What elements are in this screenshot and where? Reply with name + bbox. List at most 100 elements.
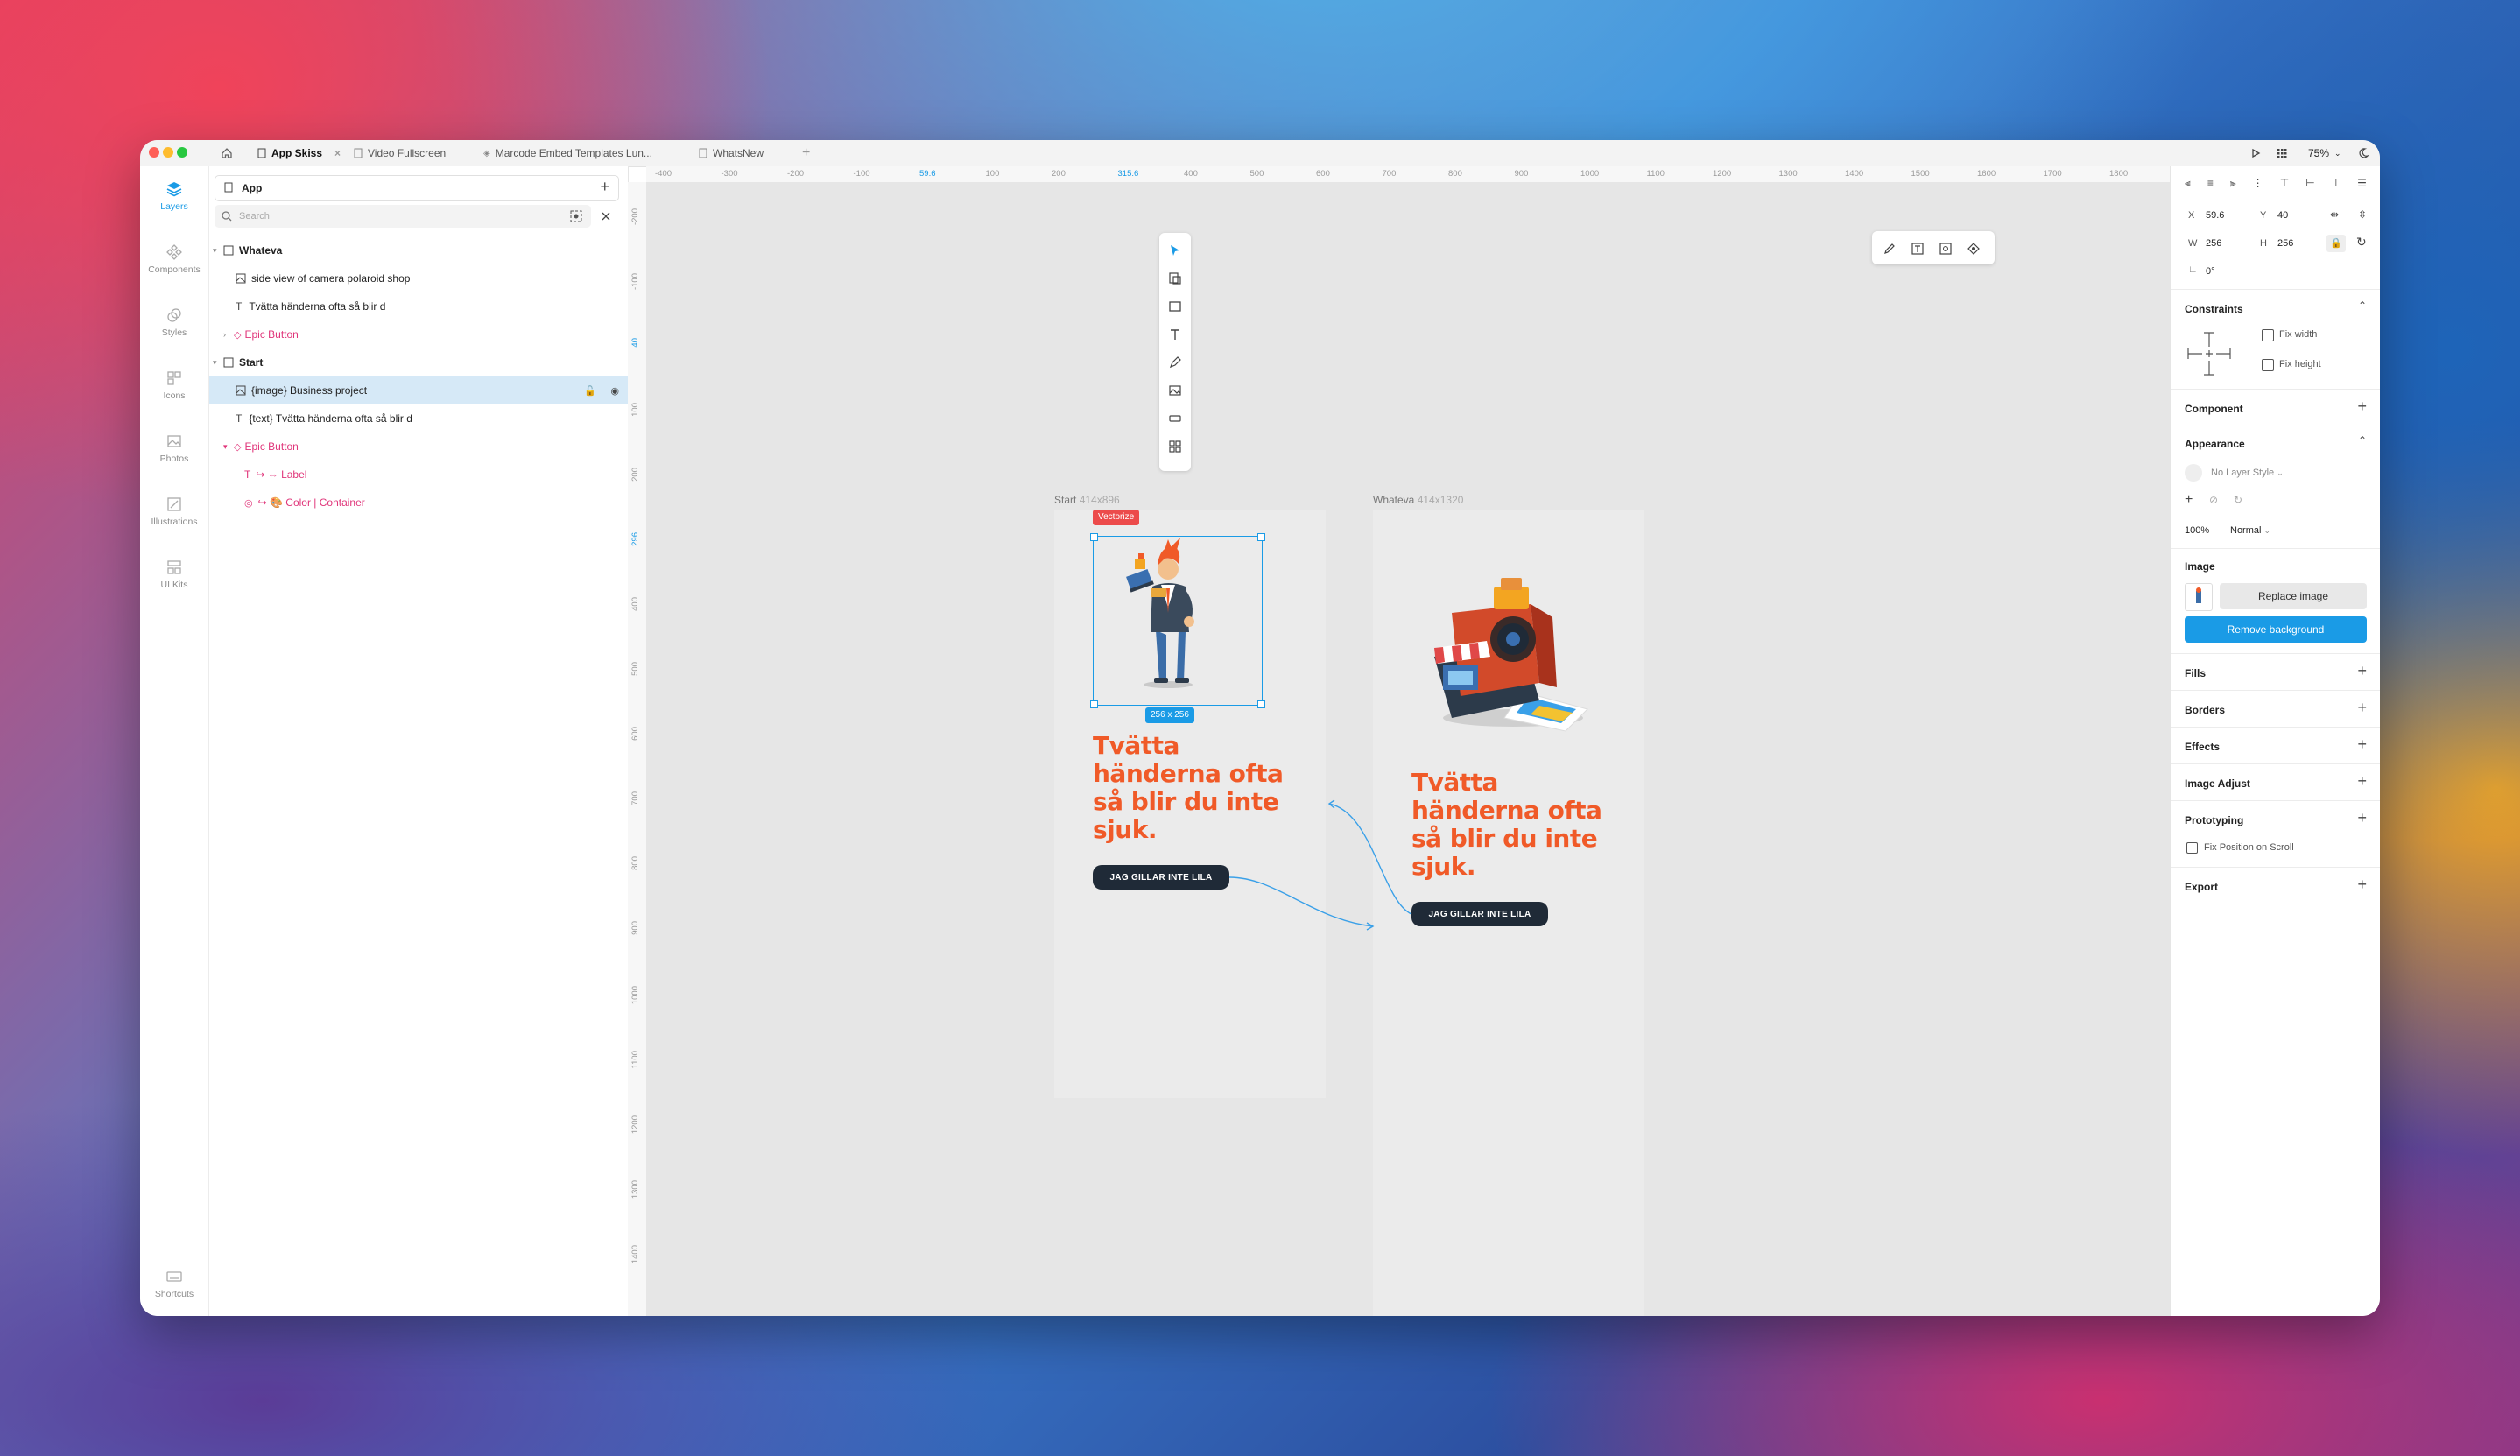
component-section-title: Component: [2185, 403, 2243, 415]
rotate-icon[interactable]: ↻: [2356, 235, 2367, 250]
icons-icon: [167, 371, 181, 385]
w-input[interactable]: 256: [2206, 238, 2221, 249]
add-style-button[interactable]: +: [2185, 492, 2193, 508]
grid-icon[interactable]: [2277, 140, 2287, 166]
page-selector[interactable]: App +: [215, 175, 619, 201]
play-icon[interactable]: [2250, 140, 2261, 166]
align-middle-icon[interactable]: ⊢: [2305, 177, 2314, 191]
ruler-tick-label: 1300: [630, 1180, 640, 1199]
layer-row-epic-button[interactable]: › ◇ Epic Button: [209, 320, 628, 348]
add-border-button[interactable]: +: [2357, 699, 2367, 717]
layer-row-epic-button-start[interactable]: ▾ ◇ Epic Button: [209, 433, 628, 461]
add-effect-button[interactable]: +: [2357, 735, 2367, 754]
layer-row-text-start[interactable]: T {text} Tvätta händerna ofta så blir d: [209, 404, 628, 433]
nav-photos[interactable]: Photos: [140, 433, 208, 464]
nav-shortcuts[interactable]: Shortcuts: [140, 1268, 208, 1299]
h-input[interactable]: 256: [2277, 238, 2293, 249]
ruler-tick-label: -100: [630, 273, 640, 291]
lock-ratio-icon[interactable]: 🔒: [2326, 235, 2346, 252]
home-icon[interactable]: [221, 147, 233, 159]
unlock-icon[interactable]: 🔓: [584, 385, 596, 397]
align-center-icon[interactable]: ≡: [2207, 177, 2214, 191]
ruler-tick-label: 500: [1249, 169, 1264, 179]
add-page-button[interactable]: +: [600, 178, 609, 196]
add-prototyping-button[interactable]: +: [2357, 809, 2367, 827]
new-tab-button[interactable]: +: [802, 140, 810, 166]
distribute-icon[interactable]: ⋮: [2253, 177, 2263, 191]
fix-width-label: Fix width: [2279, 329, 2318, 340]
nav-ui-kits[interactable]: UI Kits: [140, 559, 208, 590]
add-image-adjust-button[interactable]: +: [2357, 772, 2367, 791]
ruler-tick-label: 1200: [630, 1115, 640, 1135]
dark-mode-icon[interactable]: [2358, 140, 2369, 166]
distribute-vertical-icon[interactable]: ☰: [2357, 177, 2367, 191]
nav-styles[interactable]: Styles: [140, 306, 208, 338]
fix-width-checkbox[interactable]: [2262, 329, 2274, 341]
left-navigation: Layers Components Styles Icons Photos Il…: [140, 166, 209, 1316]
flip-vertical-icon[interactable]: ⇳: [2358, 208, 2367, 221]
refresh-style-icon[interactable]: ↻: [2234, 494, 2242, 506]
prototype-link-start-to-whateva[interactable]: [1228, 876, 1374, 927]
chevron-right-icon[interactable]: ›: [223, 330, 234, 339]
search-input[interactable]: Search: [215, 205, 591, 228]
collapse-all-icon[interactable]: [600, 210, 612, 222]
eye-icon[interactable]: ◉: [610, 385, 619, 397]
image-thumbnail[interactable]: [2185, 583, 2213, 611]
align-bottom-icon[interactable]: ⊥: [2332, 177, 2341, 191]
remove-background-button[interactable]: Remove background: [2185, 616, 2367, 643]
canvas[interactable]: Start 414x896 Vectorize 256 x 256 Tvätta…: [646, 182, 2170, 1316]
layer-row-image[interactable]: side view of camera polaroid shop: [209, 264, 628, 292]
layer-style-dropdown[interactable]: No Layer Style ⌄: [2211, 468, 2284, 478]
tab-video-fullscreen[interactable]: Video Fullscreen: [354, 140, 446, 166]
chevron-down-icon: ⌄: [2277, 468, 2284, 477]
tab-whatsnew[interactable]: WhatsNew: [699, 140, 764, 166]
chevron-up-icon[interactable]: ⌃: [2358, 434, 2367, 447]
zoom-window-button[interactable]: [177, 147, 187, 158]
fix-position-checkbox[interactable]: [2186, 842, 2198, 854]
tab-marcode-embed[interactable]: ◈ Marcode Embed Templates Lun...: [483, 140, 652, 166]
chevron-down-icon[interactable]: ▾: [213, 358, 223, 368]
close-tab-icon[interactable]: ×: [334, 147, 341, 159]
image-icon: [236, 385, 246, 396]
chevron-up-icon[interactable]: ⌃: [2358, 299, 2367, 312]
blend-mode-dropdown[interactable]: Normal ⌄: [2230, 525, 2270, 536]
artboard-icon: [223, 357, 234, 368]
layer-row-start[interactable]: ▾ Start: [209, 348, 628, 376]
nav-components[interactable]: Components: [140, 243, 208, 275]
flip-horizontal-icon[interactable]: ⇹: [2330, 208, 2339, 221]
tab-app-skiss[interactable]: App Skiss ×: [257, 140, 341, 166]
chevron-down-icon[interactable]: ▾: [213, 246, 223, 256]
prototype-link-whateva-to-start[interactable]: [1328, 803, 1412, 915]
add-fill-button[interactable]: +: [2357, 662, 2367, 680]
align-left-icon[interactable]: ⫷: [2185, 177, 2191, 191]
rotation-input[interactable]: 0°: [2206, 266, 2215, 277]
scan-icon[interactable]: [570, 210, 582, 222]
opacity-input[interactable]: 100%: [2185, 525, 2209, 536]
document-icon: [257, 148, 266, 158]
zoom-dropdown[interactable]: 75% ⌄: [2308, 140, 2341, 166]
chevron-down-icon[interactable]: ▾: [223, 442, 234, 452]
add-component-button[interactable]: +: [2357, 397, 2367, 416]
replace-image-button[interactable]: Replace image: [2220, 583, 2367, 609]
add-export-button[interactable]: +: [2357, 876, 2367, 894]
minimize-window-button[interactable]: [163, 147, 173, 158]
fix-height-checkbox[interactable]: [2262, 359, 2274, 371]
nav-layers[interactable]: Layers: [140, 180, 208, 212]
y-input[interactable]: 40: [2277, 210, 2288, 221]
constraints-diagram[interactable]: [2185, 329, 2234, 378]
ruler-tick-label: 1300: [1778, 169, 1798, 179]
layer-row-whateva[interactable]: ▾ Whateva: [209, 236, 628, 264]
align-top-icon[interactable]: ⊤: [2280, 177, 2289, 191]
prototyping-section-title: Prototyping: [2185, 814, 2244, 826]
close-window-button[interactable]: [149, 147, 159, 158]
layer-row-color-container[interactable]: ◎ ↪ 🎨 Color | Container: [209, 489, 628, 517]
align-right-icon[interactable]: ⫸: [2230, 177, 2236, 191]
layer-row-text[interactable]: T Tvätta händerna ofta så blir d: [209, 292, 628, 320]
check-style-icon[interactable]: ⊘: [2209, 494, 2218, 506]
x-input[interactable]: 59.6: [2206, 210, 2224, 221]
nav-icons[interactable]: Icons: [140, 369, 208, 401]
layer-row-label[interactable]: T ↪ ⇔ Label: [209, 461, 628, 489]
nav-illustrations[interactable]: Illustrations: [140, 496, 208, 527]
layer-row-business-project[interactable]: {image} Business project 🔓 ◉: [209, 376, 628, 404]
layer-style-swatch[interactable]: [2185, 464, 2202, 482]
